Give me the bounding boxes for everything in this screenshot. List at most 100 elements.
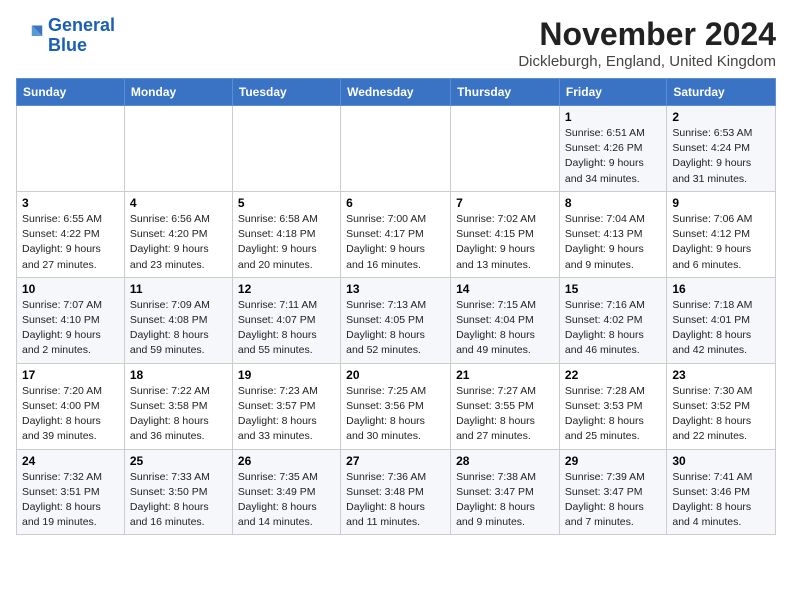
calendar-cell: 19 Sunrise: 7:23 AM Sunset: 3:57 PM Dayli… bbox=[232, 363, 340, 449]
calendar-cell: 24 Sunrise: 7:32 AM Sunset: 3:51 PM Dayli… bbox=[17, 449, 125, 535]
day-number: 22 bbox=[565, 368, 661, 382]
header-wednesday: Wednesday bbox=[341, 79, 451, 106]
day-info: Sunrise: 7:32 AM Sunset: 3:51 PM Dayligh… bbox=[22, 470, 119, 531]
day-info: Sunrise: 6:55 AM Sunset: 4:22 PM Dayligh… bbox=[22, 212, 119, 273]
calendar-week-1: 1 Sunrise: 6:51 AM Sunset: 4:26 PM Daylig… bbox=[17, 106, 776, 192]
day-info: Sunrise: 6:58 AM Sunset: 4:18 PM Dayligh… bbox=[238, 212, 335, 273]
calendar-week-5: 24 Sunrise: 7:32 AM Sunset: 3:51 PM Dayli… bbox=[17, 449, 776, 535]
day-number: 12 bbox=[238, 282, 335, 296]
day-number: 5 bbox=[238, 196, 335, 210]
day-number: 30 bbox=[672, 454, 770, 468]
day-number: 13 bbox=[346, 282, 445, 296]
calendar-cell bbox=[124, 106, 232, 192]
calendar-cell: 17Sunrise: 7:20 AM Sunset: 4:00 PM Dayli… bbox=[17, 363, 125, 449]
day-number: 15 bbox=[565, 282, 661, 296]
day-number: 28 bbox=[456, 454, 554, 468]
page-header: General Blue November 2024 Dickleburgh, … bbox=[16, 16, 776, 70]
day-number: 24 bbox=[22, 454, 119, 468]
logo-icon bbox=[16, 22, 44, 50]
calendar-cell: 1 Sunrise: 6:51 AM Sunset: 4:26 PM Daylig… bbox=[559, 106, 666, 192]
day-info: Sunrise: 7:16 AM Sunset: 4:02 PM Dayligh… bbox=[565, 298, 661, 359]
day-info: Sunrise: 7:39 AM Sunset: 3:47 PM Dayligh… bbox=[565, 470, 661, 531]
calendar-cell: 15 Sunrise: 7:16 AM Sunset: 4:02 PM Dayli… bbox=[559, 277, 666, 363]
calendar-cell: 7 Sunrise: 7:02 AM Sunset: 4:15 PM Daylig… bbox=[451, 191, 560, 277]
day-info: Sunrise: 7:36 AM Sunset: 3:48 PM Dayligh… bbox=[346, 470, 445, 531]
day-info: Sunrise: 7:04 AM Sunset: 4:13 PM Dayligh… bbox=[565, 212, 661, 273]
day-info: Sunrise: 7:09 AM Sunset: 4:08 PM Dayligh… bbox=[130, 298, 227, 359]
header-monday: Monday bbox=[124, 79, 232, 106]
header-saturday: Saturday bbox=[667, 79, 776, 106]
day-number: 4 bbox=[130, 196, 227, 210]
calendar-cell: 28 Sunrise: 7:38 AM Sunset: 3:47 PM Dayli… bbox=[451, 449, 560, 535]
day-info: Sunrise: 7:30 AM Sunset: 3:52 PM Dayligh… bbox=[672, 384, 770, 445]
day-number: 21 bbox=[456, 368, 554, 382]
day-number: 29 bbox=[565, 454, 661, 468]
header-tuesday: Tuesday bbox=[232, 79, 340, 106]
calendar-table: SundayMondayTuesdayWednesdayThursdayFrid… bbox=[16, 78, 776, 535]
calendar-week-2: 3 Sunrise: 6:55 AM Sunset: 4:22 PM Daylig… bbox=[17, 191, 776, 277]
calendar-week-4: 17Sunrise: 7:20 AM Sunset: 4:00 PM Dayli… bbox=[17, 363, 776, 449]
day-number: 27 bbox=[346, 454, 445, 468]
calendar-cell: 9 Sunrise: 7:06 AM Sunset: 4:12 PM Daylig… bbox=[667, 191, 776, 277]
day-info: Sunrise: 7:38 AM Sunset: 3:47 PM Dayligh… bbox=[456, 470, 554, 531]
day-number: 20 bbox=[346, 368, 445, 382]
calendar-week-3: 10Sunrise: 7:07 AM Sunset: 4:10 PM Dayli… bbox=[17, 277, 776, 363]
location: Dickleburgh, England, United Kingdom bbox=[518, 53, 776, 70]
day-info: Sunrise: 7:11 AM Sunset: 4:07 PM Dayligh… bbox=[238, 298, 335, 359]
day-number: 1 bbox=[565, 110, 661, 124]
day-info: Sunrise: 7:13 AM Sunset: 4:05 PM Dayligh… bbox=[346, 298, 445, 359]
title-block: November 2024 Dickleburgh, England, Unit… bbox=[518, 16, 776, 70]
calendar-cell: 21Sunrise: 7:27 AM Sunset: 3:55 PM Dayli… bbox=[451, 363, 560, 449]
calendar-cell bbox=[232, 106, 340, 192]
calendar-cell bbox=[17, 106, 125, 192]
calendar-cell: 3 Sunrise: 6:55 AM Sunset: 4:22 PM Daylig… bbox=[17, 191, 125, 277]
day-number: 19 bbox=[238, 368, 335, 382]
day-number: 11 bbox=[130, 282, 227, 296]
header-sunday: Sunday bbox=[17, 79, 125, 106]
day-info: Sunrise: 7:00 AM Sunset: 4:17 PM Dayligh… bbox=[346, 212, 445, 273]
day-number: 7 bbox=[456, 196, 554, 210]
calendar-cell: 13 Sunrise: 7:13 AM Sunset: 4:05 PM Dayli… bbox=[341, 277, 451, 363]
day-info: Sunrise: 6:51 AM Sunset: 4:26 PM Dayligh… bbox=[565, 126, 661, 187]
calendar-cell: 11 Sunrise: 7:09 AM Sunset: 4:08 PM Dayli… bbox=[124, 277, 232, 363]
day-number: 14 bbox=[456, 282, 554, 296]
day-number: 23 bbox=[672, 368, 770, 382]
day-number: 16 bbox=[672, 282, 770, 296]
day-number: 3 bbox=[22, 196, 119, 210]
calendar-cell: 26Sunrise: 7:35 AM Sunset: 3:49 PM Dayli… bbox=[232, 449, 340, 535]
calendar-cell: 4 Sunrise: 6:56 AM Sunset: 4:20 PM Daylig… bbox=[124, 191, 232, 277]
day-info: Sunrise: 7:25 AM Sunset: 3:56 PM Dayligh… bbox=[346, 384, 445, 445]
day-number: 26 bbox=[238, 454, 335, 468]
calendar-cell: 30 Sunrise: 7:41 AM Sunset: 3:46 PM Dayli… bbox=[667, 449, 776, 535]
day-info: Sunrise: 7:23 AM Sunset: 3:57 PM Dayligh… bbox=[238, 384, 335, 445]
calendar-cell: 12 Sunrise: 7:11 AM Sunset: 4:07 PM Dayli… bbox=[232, 277, 340, 363]
calendar-cell: 8 Sunrise: 7:04 AM Sunset: 4:13 PM Daylig… bbox=[559, 191, 666, 277]
header-thursday: Thursday bbox=[451, 79, 560, 106]
day-number: 18 bbox=[130, 368, 227, 382]
calendar-cell: 25Sunrise: 7:33 AM Sunset: 3:50 PM Dayli… bbox=[124, 449, 232, 535]
day-info: Sunrise: 6:56 AM Sunset: 4:20 PM Dayligh… bbox=[130, 212, 227, 273]
day-info: Sunrise: 6:53 AM Sunset: 4:24 PM Dayligh… bbox=[672, 126, 770, 187]
day-info: Sunrise: 7:02 AM Sunset: 4:15 PM Dayligh… bbox=[456, 212, 554, 273]
day-info: Sunrise: 7:41 AM Sunset: 3:46 PM Dayligh… bbox=[672, 470, 770, 531]
day-info: Sunrise: 7:18 AM Sunset: 4:01 PM Dayligh… bbox=[672, 298, 770, 359]
day-number: 9 bbox=[672, 196, 770, 210]
logo: General Blue bbox=[16, 16, 115, 56]
day-number: 6 bbox=[346, 196, 445, 210]
calendar-cell: 27 Sunrise: 7:36 AM Sunset: 3:48 PM Dayli… bbox=[341, 449, 451, 535]
calendar-cell: 23 Sunrise: 7:30 AM Sunset: 3:52 PM Dayli… bbox=[667, 363, 776, 449]
day-info: Sunrise: 7:22 AM Sunset: 3:58 PM Dayligh… bbox=[130, 384, 227, 445]
day-number: 2 bbox=[672, 110, 770, 124]
day-number: 17 bbox=[22, 368, 119, 382]
calendar-cell: 29 Sunrise: 7:39 AM Sunset: 3:47 PM Dayli… bbox=[559, 449, 666, 535]
day-info: Sunrise: 7:07 AM Sunset: 4:10 PM Dayligh… bbox=[22, 298, 119, 359]
day-info: Sunrise: 7:33 AM Sunset: 3:50 PM Dayligh… bbox=[130, 470, 227, 531]
calendar-cell: 20 Sunrise: 7:25 AM Sunset: 3:56 PM Dayli… bbox=[341, 363, 451, 449]
calendar-cell: 16 Sunrise: 7:18 AM Sunset: 4:01 PM Dayli… bbox=[667, 277, 776, 363]
day-number: 8 bbox=[565, 196, 661, 210]
day-info: Sunrise: 7:06 AM Sunset: 4:12 PM Dayligh… bbox=[672, 212, 770, 273]
calendar-cell: 10Sunrise: 7:07 AM Sunset: 4:10 PM Dayli… bbox=[17, 277, 125, 363]
calendar-cell: 5 Sunrise: 6:58 AM Sunset: 4:18 PM Daylig… bbox=[232, 191, 340, 277]
day-info: Sunrise: 7:28 AM Sunset: 3:53 PM Dayligh… bbox=[565, 384, 661, 445]
calendar-cell: 22 Sunrise: 7:28 AM Sunset: 3:53 PM Dayli… bbox=[559, 363, 666, 449]
